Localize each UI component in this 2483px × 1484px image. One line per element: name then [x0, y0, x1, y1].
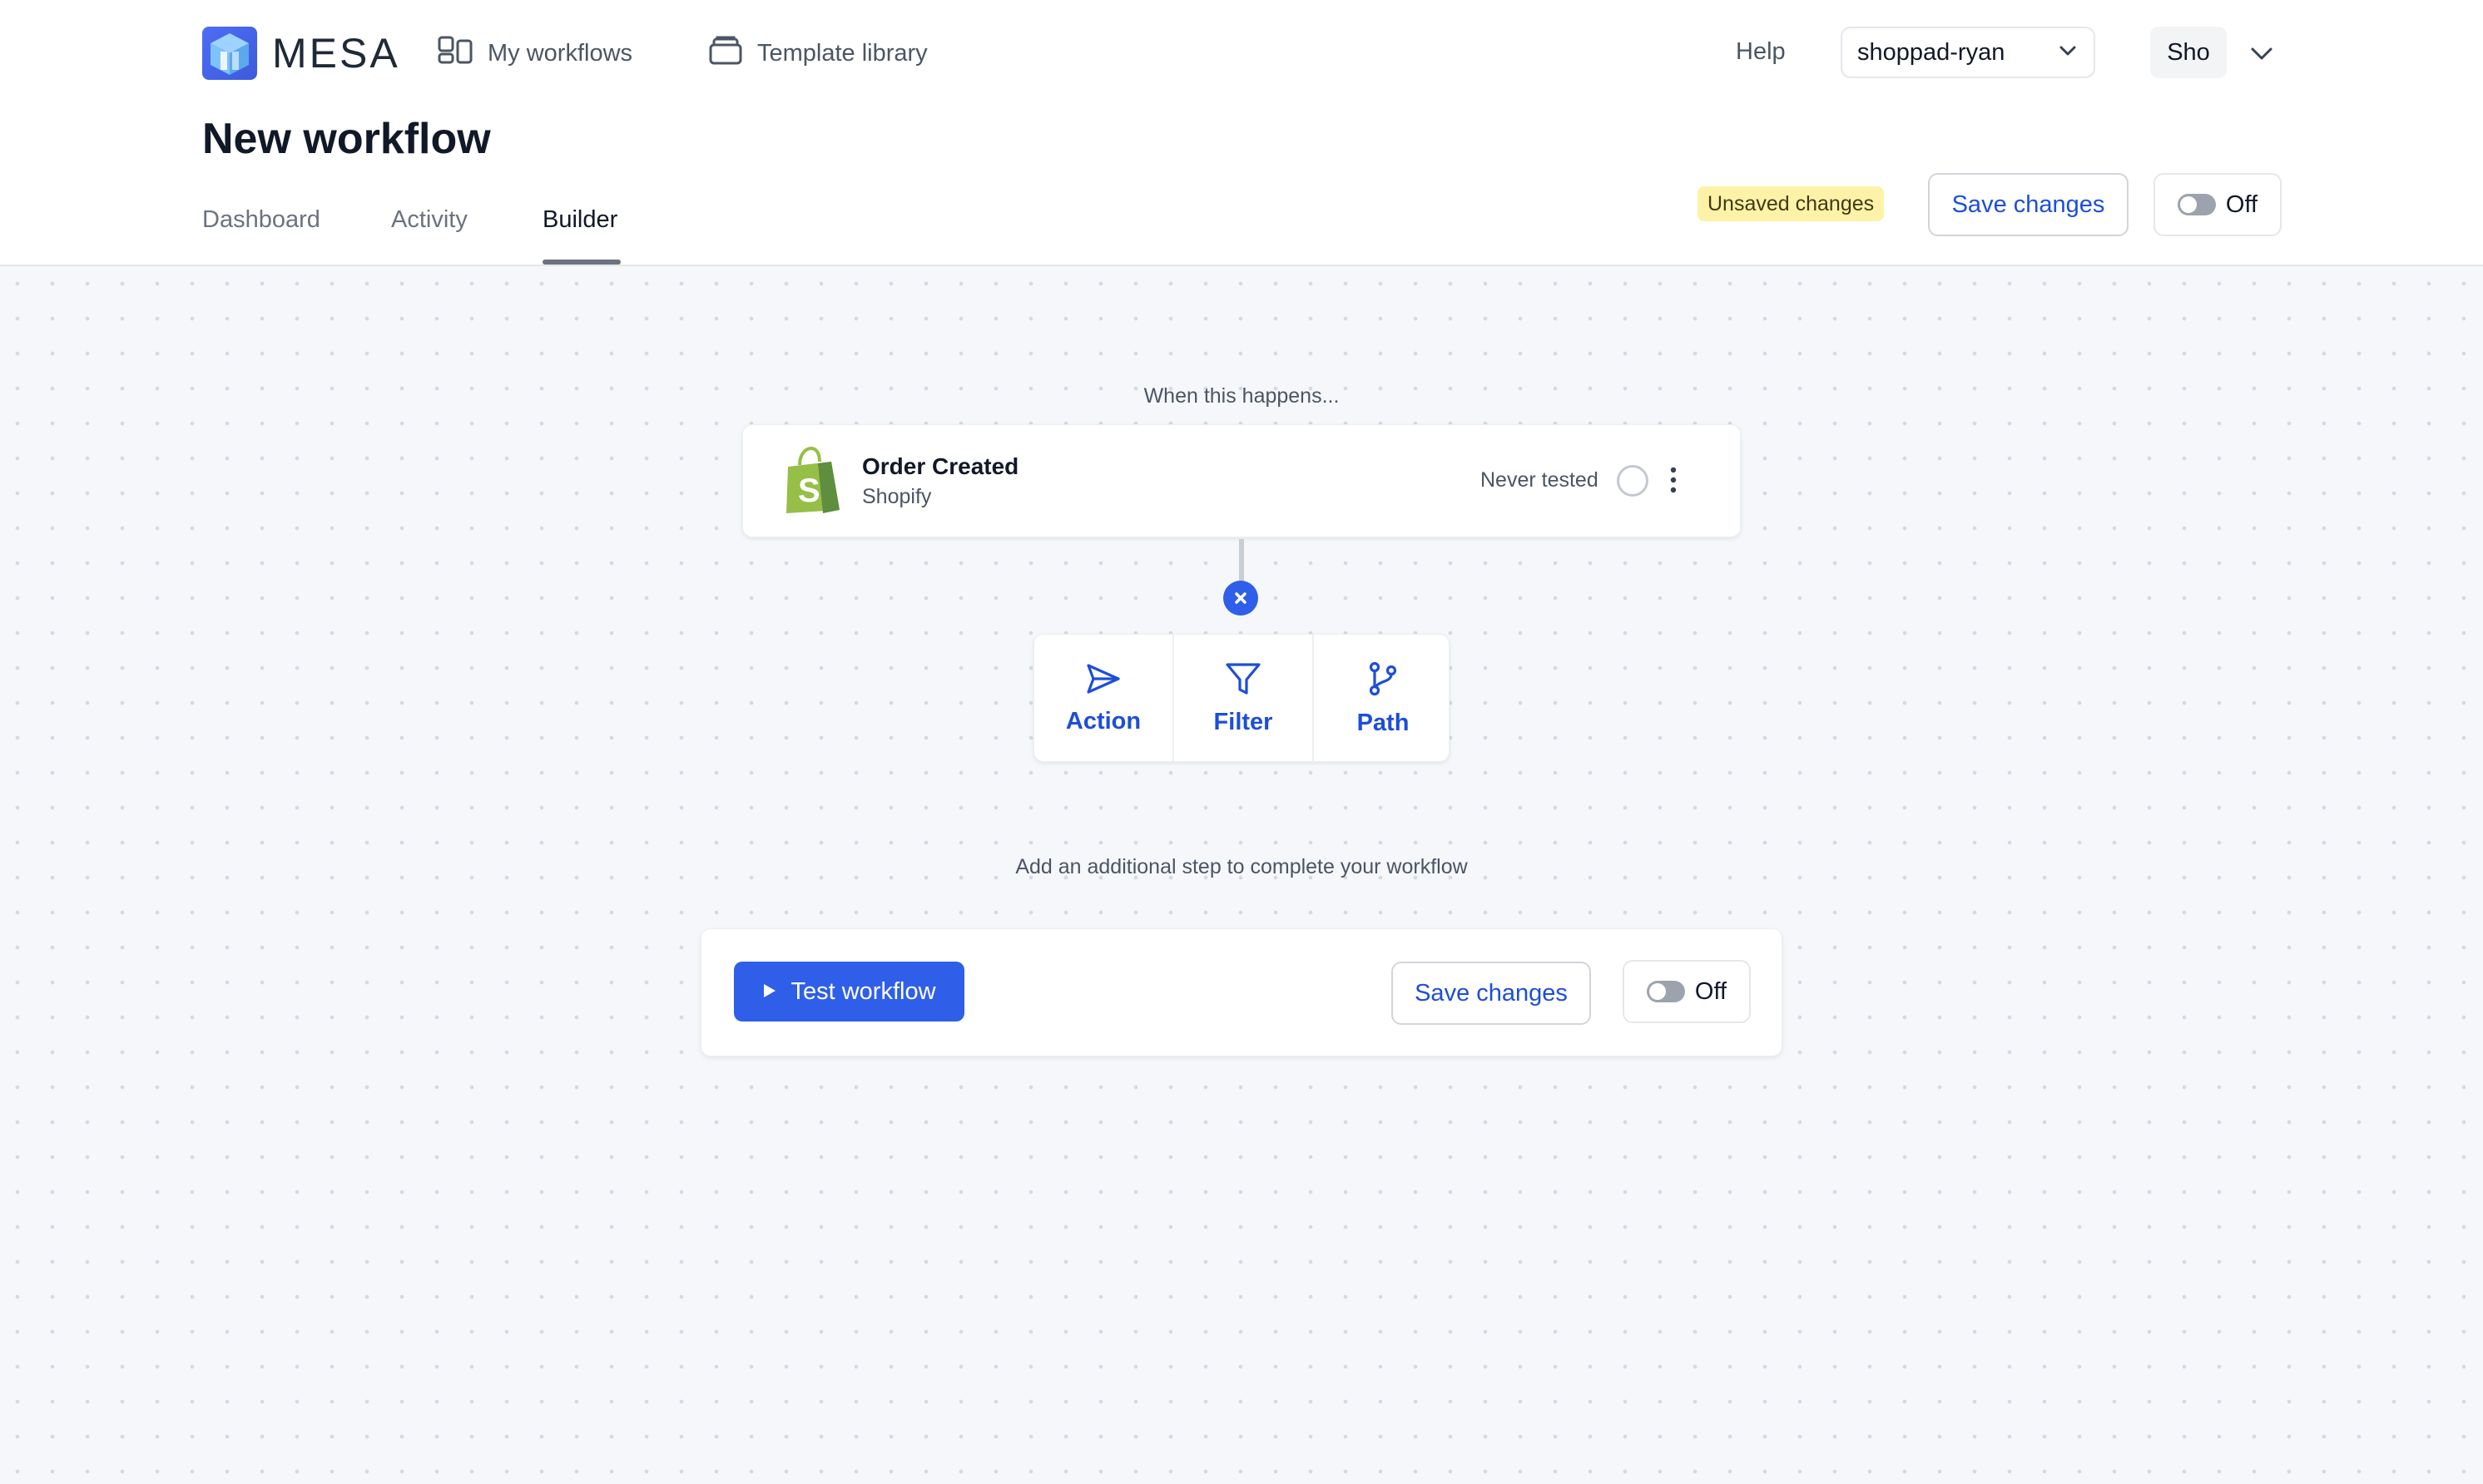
help-link[interactable]: Help — [1736, 38, 1786, 66]
add-action-label: Action — [1065, 708, 1142, 735]
active-tab-indicator — [543, 260, 621, 265]
send-icon — [1085, 662, 1122, 700]
test-workflow-button[interactable]: Test workflow — [734, 962, 964, 1021]
template-library-icon — [709, 35, 742, 72]
top-header: MESA My workflows Template library Help … — [0, 0, 2483, 266]
shopify-icon: S — [781, 446, 845, 519]
toggle-switch-icon — [1646, 981, 1685, 1002]
chevron-down-icon — [2057, 40, 2079, 66]
svg-text:S: S — [798, 472, 820, 509]
nav-my-workflows-label: My workflows — [488, 39, 633, 67]
tab-dashboard[interactable]: Dashboard — [202, 206, 320, 265]
header-toggle-label: Off — [2225, 190, 2258, 218]
test-workflow-label: Test workflow — [790, 977, 936, 1005]
trigger-card[interactable]: S Order Created Shopify Never tested — [742, 424, 1741, 537]
footer-save-button[interactable]: Save changes — [1391, 962, 1591, 1025]
trigger-test-status: Never tested — [1480, 468, 1598, 492]
header-workflow-toggle[interactable]: Off — [2153, 173, 2282, 236]
trigger-title: Order Created — [862, 453, 1019, 479]
nav-template-library[interactable]: Template library — [709, 32, 928, 75]
footer-toggle-label: Off — [1694, 977, 1727, 1005]
store-select-value: shoppad-ryan — [1857, 38, 2005, 66]
app-logo-text[interactable]: MESA — [272, 28, 400, 78]
tab-activity[interactable]: Activity — [391, 206, 468, 265]
unsaved-changes-badge: Unsaved changes — [1697, 186, 1885, 221]
trigger-app-name: Shopify — [862, 485, 932, 508]
add-filter-label: Filter — [1213, 709, 1273, 735]
play-icon — [762, 978, 777, 1006]
nav-template-library-label: Template library — [757, 39, 928, 67]
add-action-button[interactable]: Action — [1034, 635, 1172, 763]
trigger-caption: When this happens... — [1143, 384, 1340, 408]
user-menu-chevron-icon[interactable] — [2245, 37, 2278, 70]
store-select[interactable]: shoppad-ryan — [1841, 27, 2095, 78]
branch-icon — [1366, 660, 1400, 701]
status-circle-icon — [1617, 465, 1648, 497]
filter-icon — [1225, 661, 1261, 700]
toggle-switch-icon — [2177, 194, 2216, 215]
add-filter-button[interactable]: Filter — [1174, 635, 1312, 763]
mesa-logo-icon[interactable] — [202, 27, 257, 80]
close-step-picker-icon[interactable] — [1223, 581, 1258, 616]
nav-my-workflows[interactable]: My workflows — [438, 32, 632, 75]
more-options-icon[interactable] — [1667, 463, 1680, 501]
page-title: New workflow — [202, 115, 491, 163]
add-path-label: Path — [1356, 710, 1410, 736]
footer-workflow-toggle[interactable]: Off — [1623, 960, 1751, 1023]
header-save-button[interactable]: Save changes — [1928, 173, 2129, 236]
add-step-hint: Add an additional step to complete your … — [1015, 855, 1468, 878]
step-picker: Action Filter Path — [1033, 634, 1452, 763]
user-menu-button[interactable]: Sho — [2150, 27, 2227, 78]
tab-builder[interactable]: Builder — [543, 206, 617, 265]
add-path-button[interactable]: Path — [1314, 635, 1452, 763]
workflows-icon — [438, 36, 473, 71]
